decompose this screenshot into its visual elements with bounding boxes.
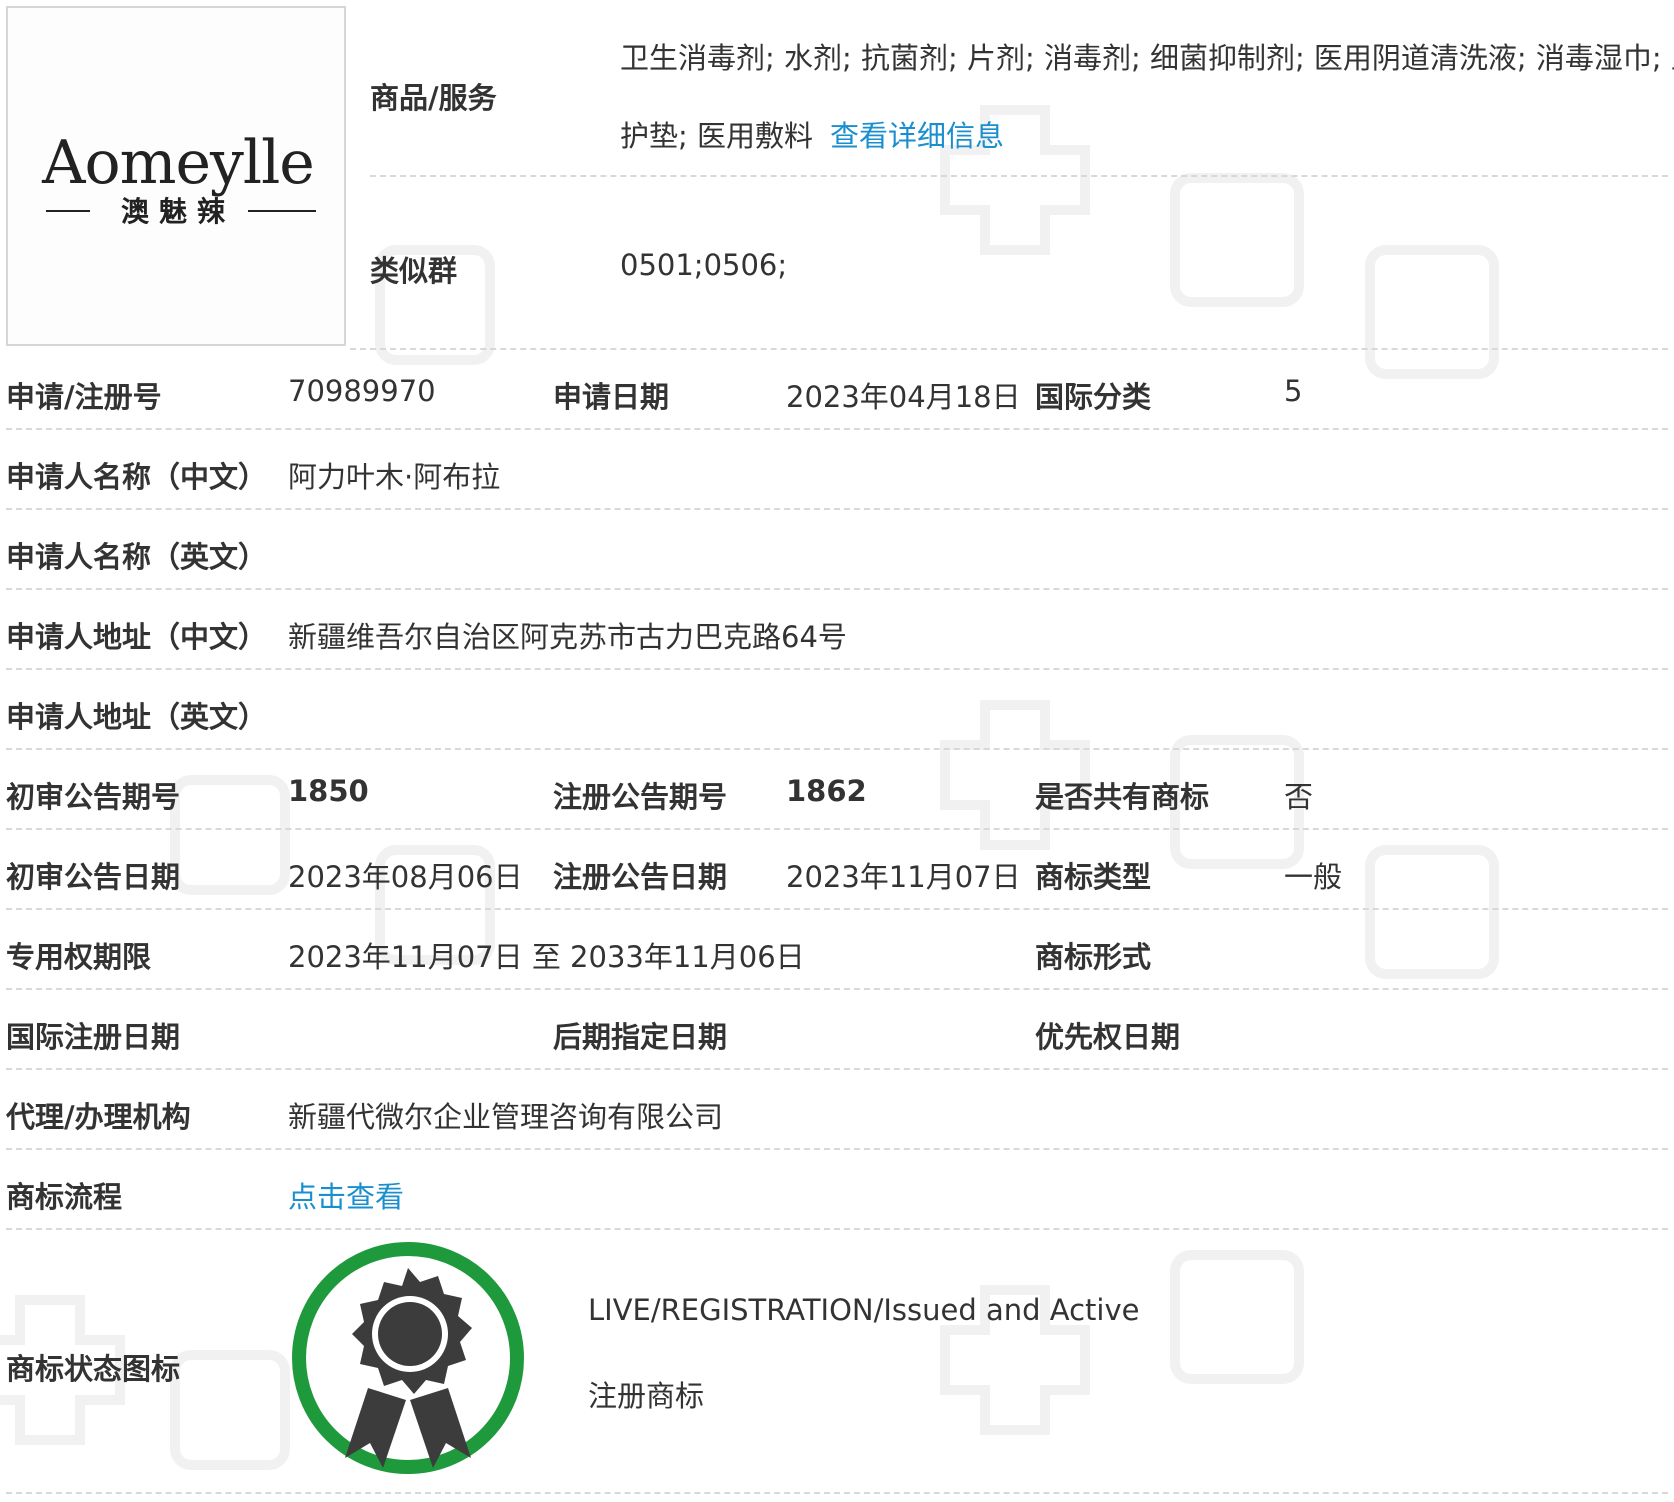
shared-trademark-value: 否 <box>1284 780 1314 814</box>
divider <box>6 428 1668 430</box>
trademark-type-label: 商标类型 <box>1035 860 1152 894</box>
divider <box>6 1148 1668 1150</box>
divider <box>6 988 1668 990</box>
shared-trademark-label: 是否共有商标 <box>1035 780 1210 814</box>
reg-date-value: 2023年11月07日 <box>786 860 1021 894</box>
logo-chinese-text: 澳魅辣 <box>120 195 235 228</box>
exclusive-period-label: 专用权期限 <box>6 940 152 974</box>
applicant-address-cn-value: 新疆维吾尔自治区阿克苏市古力巴克路64号 <box>288 620 847 654</box>
divider <box>6 1068 1668 1070</box>
status-text-en: LIVE/REGISTRATION/Issued and Active <box>588 1293 1140 1327</box>
divider <box>6 828 1668 830</box>
reg-no-value: 70989970 <box>288 374 436 408</box>
prelim-issue-no-label: 初审公告期号 <box>6 780 181 814</box>
divider <box>370 175 1668 177</box>
divider <box>6 748 1668 750</box>
applicant-name-cn-value: 阿力叶木·阿布拉 <box>288 460 501 494</box>
trademark-detail-panel: Aomeylle 澳魅辣 商品/服务 卫生消毒剂; 水剂; 抗菌剂; 片剂; 消… <box>0 0 1674 1502</box>
status-text-cn: 注册商标 <box>588 1379 705 1413</box>
divider <box>6 508 1668 510</box>
divider <box>350 348 1668 350</box>
priority-date-label: 优先权日期 <box>1035 1020 1181 1054</box>
logo-wordmark: Aomeylle <box>42 128 315 198</box>
applicant-name-en-label: 申请人名称（英文） <box>6 540 268 574</box>
similar-group-label: 类似群 <box>370 254 458 288</box>
divider <box>6 588 1668 590</box>
divider <box>6 908 1668 910</box>
intl-class-label: 国际分类 <box>1035 380 1152 414</box>
later-designation-date-label: 后期指定日期 <box>553 1020 728 1054</box>
reg-date-label: 注册公告日期 <box>553 860 728 894</box>
trademark-form-label: 商标形式 <box>1035 940 1152 974</box>
divider <box>6 668 1668 670</box>
goods-services-line-1: 卫生消毒剂; 水剂; 抗菌剂; 片剂; 消毒剂; 细菌抑制剂; 医用阴道清洗液;… <box>620 41 1674 75</box>
prelim-date-value: 2023年08月06日 <box>288 860 523 894</box>
reg-issue-no-value: 1862 <box>786 774 867 808</box>
reg-issue-no-label: 注册公告期号 <box>553 780 728 814</box>
reg-no-label: 申请/注册号 <box>6 380 162 414</box>
prelim-date-label: 初审公告日期 <box>6 860 181 894</box>
exclusive-period-value: 2023年11月07日 至 2033年11月06日 <box>288 940 805 974</box>
divider <box>6 1492 1668 1494</box>
agent-value: 新疆代微尔企业管理咨询有限公司 <box>288 1100 724 1134</box>
view-process-link[interactable]: 点击查看 <box>288 1174 404 1216</box>
prelim-issue-no-value: 1850 <box>288 774 369 808</box>
applicant-address-en-label: 申请人地址（英文） <box>6 700 268 734</box>
trademark-type-value: 一般 <box>1284 860 1343 894</box>
similar-group-value: 0501;0506; <box>620 248 788 282</box>
goods-services-label: 商品/服务 <box>370 81 497 115</box>
goods-services-line-2: 护垫; 医用敷料 <box>620 119 813 153</box>
status-icon-label: 商标状态图标 <box>6 1352 181 1386</box>
applicant-name-cn-label: 申请人名称（中文） <box>6 460 268 494</box>
apply-date-value: 2023年04月18日 <box>786 380 1021 414</box>
apply-date-label: 申请日期 <box>553 380 670 414</box>
applicant-address-cn-label: 申请人地址（中文） <box>6 620 268 654</box>
divider <box>6 1228 1668 1230</box>
registered-badge-icon <box>292 1242 524 1474</box>
intl-class-value: 5 <box>1284 374 1303 408</box>
trademark-process-label: 商标流程 <box>6 1180 123 1214</box>
intl-reg-date-label: 国际注册日期 <box>6 1020 181 1054</box>
agent-label: 代理/办理机构 <box>6 1100 191 1134</box>
view-details-link[interactable]: 查看详细信息 <box>830 113 1004 155</box>
trademark-logo-image: Aomeylle 澳魅辣 <box>6 6 346 346</box>
